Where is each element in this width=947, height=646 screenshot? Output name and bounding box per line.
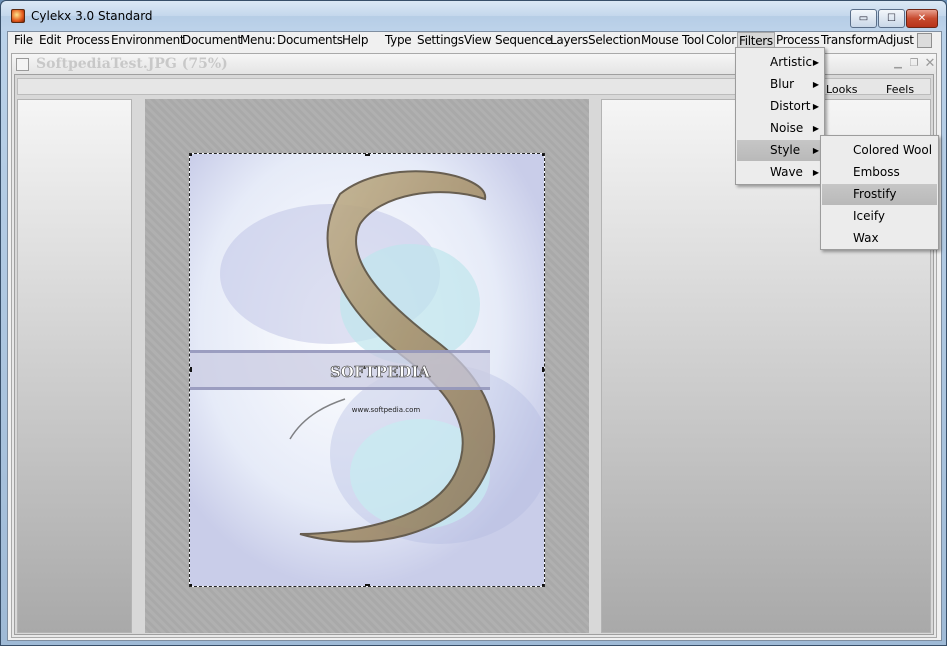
menu-menu[interactable]: Menu: — [239, 32, 277, 50]
app-title: Cylekx 3.0 Standard — [31, 9, 153, 23]
menu-file[interactable]: File — [13, 32, 34, 50]
canvas-area[interactable]: SOFTPEDIA www.softpedia.com — [145, 99, 589, 633]
filters-item-distort[interactable]: Distort ▶ — [737, 96, 823, 117]
menu-view[interactable]: View — [463, 32, 492, 50]
style-item-colored-wool[interactable]: Colored Wool — [822, 140, 937, 161]
menu-sequence[interactable]: Sequence — [494, 32, 553, 50]
brand-text: SOFTPEDIA — [330, 363, 430, 381]
document-checkbox[interactable] — [16, 58, 29, 71]
maximize-button[interactable]: ☐ — [878, 9, 905, 28]
resize-handle-bottom-right[interactable] — [542, 584, 544, 586]
style-item-label: Colored Wool — [853, 143, 933, 157]
filters-item-label: Artistic — [770, 55, 813, 69]
menu-color[interactable]: Color — [705, 32, 737, 50]
menu-selection[interactable]: Selection — [587, 32, 642, 50]
url-text: www.softpedia.com — [352, 406, 421, 414]
style-item-label: Frostify — [853, 187, 897, 201]
submenu-arrow-icon: ▶ — [812, 168, 819, 177]
menu-type[interactable]: Type — [384, 32, 412, 50]
minimize-button[interactable]: ▭ — [850, 9, 877, 28]
menu-help[interactable]: Help — [341, 32, 369, 50]
feels-label[interactable]: Feels — [886, 83, 914, 96]
filters-item-artistic[interactable]: Artistic ▶ — [737, 52, 823, 73]
filters-item-label: Distort — [770, 99, 811, 113]
left-panel — [17, 99, 132, 633]
filters-menu: Artistic ▶ Blur ▶ Distort ▶ Noise ▶ Styl… — [735, 47, 825, 185]
submenu-arrow-icon: ▶ — [812, 58, 819, 67]
resize-handle-right[interactable] — [542, 367, 544, 372]
document-minimize-icon[interactable]: ▁ — [890, 57, 906, 71]
style-item-iceify[interactable]: Iceify — [822, 206, 937, 227]
style-item-frostify[interactable]: Frostify — [822, 184, 937, 205]
menu-documents[interactable]: Documents — [276, 32, 344, 50]
filters-item-label: Noise — [770, 121, 804, 135]
submenu-arrow-icon: ▶ — [812, 146, 819, 155]
menu-edit[interactable]: Edit — [38, 32, 62, 50]
menu-mouse-tool[interactable]: Mouse Tool — [640, 32, 705, 50]
style-item-label: Iceify — [853, 209, 885, 223]
filters-item-wave[interactable]: Wave ▶ — [737, 162, 823, 183]
document-title: SoftpediaTest.JPG (75%) — [36, 56, 228, 72]
resize-handle-top-left[interactable] — [190, 154, 192, 156]
menu-layers[interactable]: Layers — [549, 32, 589, 50]
app-icon[interactable] — [11, 9, 25, 23]
menu-process[interactable]: Process — [65, 32, 110, 50]
filters-item-style[interactable]: Style ▶ — [737, 140, 823, 161]
style-item-emboss[interactable]: Emboss — [822, 162, 937, 183]
filters-item-blur[interactable]: Blur ▶ — [737, 74, 823, 95]
resize-handle-bottom[interactable] — [365, 584, 370, 586]
resize-handle-bottom-left[interactable] — [190, 584, 192, 586]
filters-item-label: Style — [770, 143, 801, 157]
menu-adjust[interactable]: Adjust — [877, 32, 915, 50]
menu-document[interactable]: Document — [181, 32, 243, 50]
resize-handle-top[interactable] — [365, 154, 370, 156]
resize-handle-top-right[interactable] — [542, 154, 544, 156]
menu-environment[interactable]: Environment — [110, 32, 185, 50]
submenu-arrow-icon: ▶ — [812, 124, 819, 133]
resize-handle-left[interactable] — [190, 367, 192, 372]
style-item-wax[interactable]: Wax — [822, 228, 937, 249]
menu-transform[interactable]: Transform — [820, 32, 879, 50]
style-item-label: Emboss — [853, 165, 900, 179]
filters-item-noise[interactable]: Noise ▶ — [737, 118, 823, 139]
title-bar[interactable]: Cylekx 3.0 Standard ▭ ☐ ✕ — [1, 1, 946, 31]
filters-item-label: Blur — [770, 77, 795, 91]
looks-label[interactable]: Looks — [826, 83, 858, 96]
filters-item-label: Wave — [770, 165, 803, 179]
document-close-icon[interactable]: ✕ — [922, 57, 938, 71]
submenu-arrow-icon: ▶ — [812, 102, 819, 111]
menu-overflow-button[interactable] — [917, 33, 932, 48]
submenu-arrow-icon: ▶ — [812, 80, 819, 89]
softpedia-artwork: SOFTPEDIA www.softpedia.com — [190, 154, 544, 586]
style-item-label: Wax — [853, 231, 879, 245]
style-submenu: Colored Wool Emboss Frostify Iceify Wax — [820, 135, 939, 250]
menu-settings[interactable]: Settings — [416, 32, 465, 50]
document-maximize-icon[interactable]: ❐ — [906, 57, 922, 71]
image-canvas[interactable]: SOFTPEDIA www.softpedia.com — [189, 153, 545, 587]
close-button[interactable]: ✕ — [906, 9, 938, 28]
